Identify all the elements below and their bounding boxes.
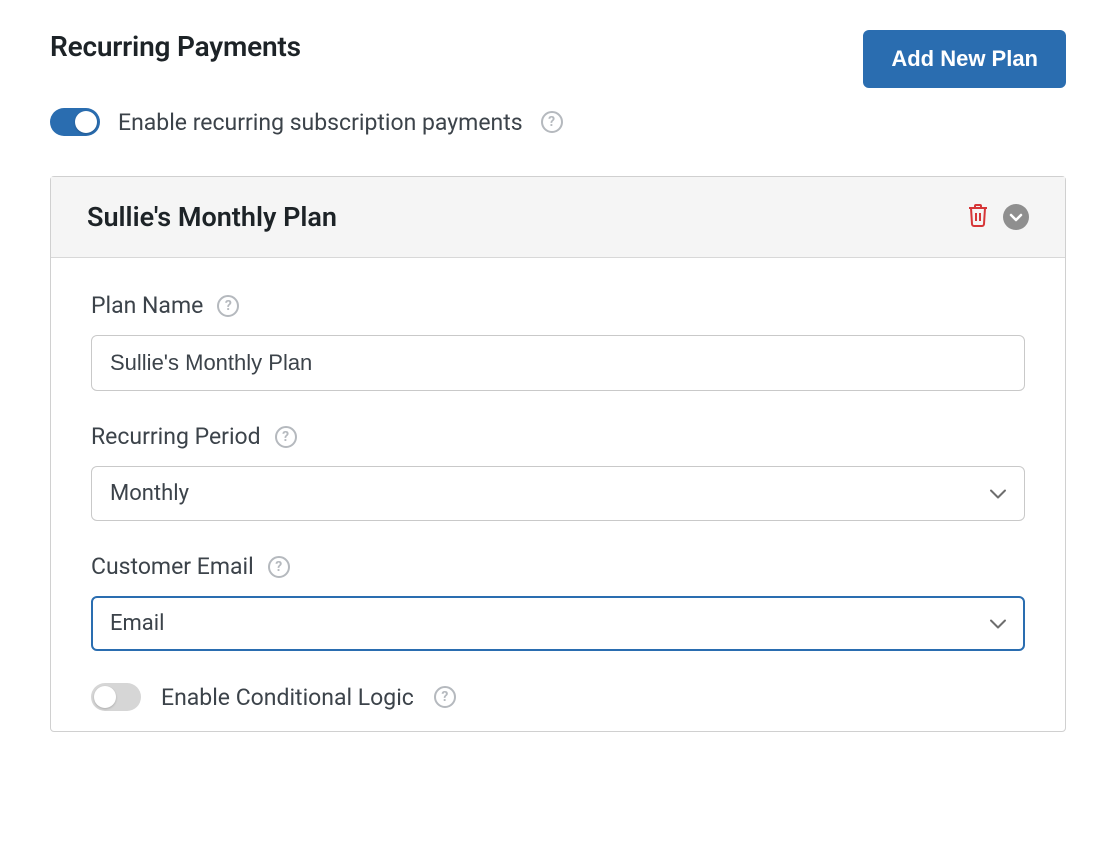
customer-email-label: Customer Email bbox=[91, 553, 254, 580]
collapse-toggle-icon[interactable] bbox=[1003, 204, 1029, 230]
add-new-plan-button[interactable]: Add New Plan bbox=[863, 30, 1066, 88]
conditional-logic-row: Enable Conditional Logic ? bbox=[91, 683, 1025, 711]
help-icon[interactable]: ? bbox=[217, 295, 239, 317]
conditional-logic-toggle[interactable] bbox=[91, 683, 141, 711]
plan-name-input[interactable] bbox=[91, 335, 1025, 391]
plan-name-field: Plan Name ? bbox=[91, 292, 1025, 391]
plan-title: Sullie's Monthly Plan bbox=[87, 201, 337, 233]
conditional-logic-label: Enable Conditional Logic bbox=[161, 684, 414, 711]
toggle-knob bbox=[94, 686, 116, 708]
recurring-period-select[interactable]: Monthly bbox=[91, 466, 1025, 521]
section-title: Recurring Payments bbox=[50, 30, 301, 63]
customer-email-select[interactable]: Email bbox=[91, 596, 1025, 651]
plan-card: Sullie's Monthly Plan Plan Name bbox=[50, 176, 1066, 732]
enable-recurring-toggle[interactable] bbox=[50, 108, 100, 136]
plan-body: Plan Name ? Recurring Period ? Monthly bbox=[51, 258, 1065, 731]
help-icon[interactable]: ? bbox=[541, 111, 563, 133]
enable-recurring-label: Enable recurring subscription payments bbox=[118, 109, 523, 136]
toggle-knob bbox=[75, 111, 97, 133]
help-icon[interactable]: ? bbox=[275, 426, 297, 448]
plan-header: Sullie's Monthly Plan bbox=[51, 177, 1065, 258]
recurring-period-label: Recurring Period bbox=[91, 423, 261, 450]
recurring-period-field: Recurring Period ? Monthly bbox=[91, 423, 1025, 521]
help-icon[interactable]: ? bbox=[434, 686, 456, 708]
plan-name-label: Plan Name bbox=[91, 292, 203, 319]
trash-icon[interactable] bbox=[967, 203, 989, 231]
help-icon[interactable]: ? bbox=[268, 556, 290, 578]
customer-email-field: Customer Email ? Email bbox=[91, 553, 1025, 651]
